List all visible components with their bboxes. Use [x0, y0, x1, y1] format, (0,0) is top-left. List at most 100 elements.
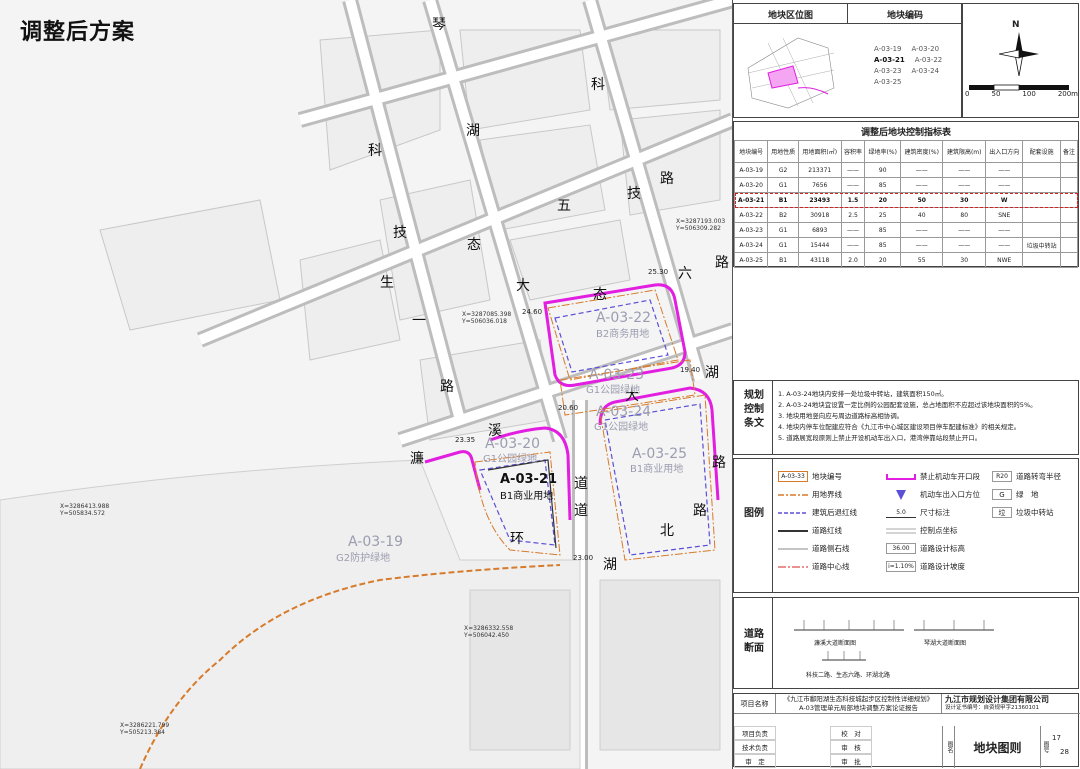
legend-title: 图例 — [744, 508, 764, 519]
project-name-label: 项目名称 — [734, 694, 776, 714]
company-block: 九江市规划设计集团有限公司 设计证书编号：自资规甲字21360101 — [942, 694, 1080, 714]
drawing-no-label: 图号 — [1040, 726, 1050, 768]
road-label-char: 道 — [574, 476, 588, 492]
road-section-caption: 琴湖大道断面图 — [924, 640, 967, 647]
legend-item: 建筑后退红线 — [778, 508, 857, 517]
road-label-char: 技 — [627, 186, 641, 202]
table-header: 备注 — [1059, 140, 1079, 163]
rule-item: 2. A-03-24地块宜设置一定比例的公园配套设施，总占地面积不应超过该地块面… — [778, 401, 1037, 409]
road-section-diagram — [794, 620, 904, 631]
parcel-use: G2防护绿地 — [336, 553, 391, 564]
road-label-char: 湖 — [705, 365, 719, 381]
table-row: A-03-24 G1 15444 —— 85 —— —— —— 垃圾中转站 — [733, 237, 1079, 253]
rules-list: 1. A-03-24地块内安排一处垃圾中转站，建筑面积150㎡。 2. A-03… — [778, 389, 1076, 444]
location-map-thumbnail — [738, 28, 844, 116]
table-row: A-03-19 G2 213371 —— 90 —— —— —— — [733, 162, 1079, 178]
legend-item: i=1.10% 道路设计坡度 — [886, 561, 965, 572]
road-section-panel: 道路断面 濂溪大道断面图 琴湖大道断面图 科技二路、生态六路、环湖北路 — [733, 597, 1079, 689]
elevation-label: 23.35 — [455, 436, 476, 444]
road-label-char: 科 — [368, 143, 382, 159]
elevation-label: 25.30 — [648, 268, 669, 276]
table-row: A-03-23 G1 6893 —— 85 —— —— —— — [733, 222, 1079, 238]
elevation-label: 24.60 — [522, 308, 543, 316]
parcel-code: A-03-22 — [596, 310, 652, 326]
road-label-char: 路 — [693, 503, 707, 519]
road-label-char: 湖 — [603, 557, 617, 573]
control-index-table: 地块编号 用地性质 用地面积(㎡) 容积率 绿地率(%) 建筑密度(%) 建筑限… — [733, 140, 1079, 268]
north-arrow-icon — [999, 32, 1039, 76]
table-row-highlighted: A-03-21 B1 23493 1.5 20 50 30 W — [733, 192, 1079, 208]
table-header: 用地性质 — [767, 140, 799, 163]
table-row: A-03-22 B2 30918 2.5 25 40 80 SNE — [733, 207, 1079, 223]
legend-item: 用地界线 — [778, 490, 842, 499]
title-block: 项目名称 《九江市鄱阳湖生态科技城起步区控制性详细规划》 A-03管理单元局部地… — [733, 693, 1080, 768]
control-index-table-section: 调整后地块控制指标表 地块编号 用地性质 用地面积(㎡) 容积率 绿地率(%) … — [733, 121, 1079, 268]
location-section: 地块区位图 地块编码 A-03-19 A-03-20 A-03-21 A-03-22… — [733, 3, 962, 118]
main-parcel-code: A-03-21 — [500, 472, 558, 487]
control-point-coord: X=3286332.558 Y=506042.450 — [464, 625, 514, 639]
control-point-coord: X=3287193.003 Y=506309.282 — [676, 218, 726, 232]
page-title: 调整后方案 — [20, 20, 136, 45]
legend-item: 机动车出入口方位 — [886, 489, 980, 500]
rule-item: 1. A-03-24地块内安排一处垃圾中转站，建筑面积150㎡。 — [778, 390, 948, 398]
north-scale-section: N 0 50 100 200m — [962, 3, 1079, 118]
parcel-use: B2商务用地 — [596, 329, 650, 340]
table-header: 建筑限高(m) — [942, 140, 987, 163]
road-section-caption: 濂溪大道断面图 — [814, 640, 857, 647]
legend-section: 图例 A-03-33 地块编号 用地界线 建筑后退红线 道路红线 道路侧石线 道路… — [733, 458, 1079, 593]
legend-item: 控制点坐标 — [886, 526, 958, 535]
legend-item: 道路红线 — [778, 526, 842, 535]
legend-item: 5.0 尺寸标注 — [886, 507, 950, 518]
control-point-coord: X=3287085.398 Y=506036.018 — [462, 311, 512, 325]
elevation-label: 23.00 — [573, 554, 594, 562]
garbage-station-icon: 垃 — [992, 507, 1012, 518]
road-label-char: 北 — [660, 523, 674, 539]
drawing-number: 17 — [1052, 734, 1061, 742]
road-label-char: 濂 — [410, 451, 424, 467]
table-header: 出入口方向 — [985, 140, 1024, 163]
road-label-char: 一 — [412, 313, 426, 329]
info-panel: 地块区位图 地块编码 A-03-19 A-03-20 A-03-21 A-03-22… — [733, 0, 1080, 769]
elevation-label: 19.40 — [680, 366, 701, 374]
road-section-diagram — [822, 651, 866, 661]
road-label-char: 技 — [393, 225, 407, 241]
legend-item: 道路中心线 — [778, 562, 850, 571]
control-point-coord: X=3286413.988 Y=505834.572 — [60, 503, 110, 517]
table-header: 用地面积(㎡) — [797, 140, 842, 163]
drawing-label: 图名 — [942, 726, 954, 768]
parcel-code-list: A-03-19 A-03-20 A-03-21 A-03-22 A-03-23 A-0… — [874, 45, 943, 86]
table-header: 地块编号 — [733, 140, 769, 163]
road-label-char: 科 — [591, 77, 605, 93]
legend-item: A-03-33 地块编号 — [778, 471, 842, 482]
road-label-char: 六 — [678, 266, 692, 282]
legend-item: 禁止机动车开口段 — [886, 471, 980, 482]
road-label-char: 生 — [380, 275, 394, 291]
north-label: N — [1012, 20, 1020, 30]
road-label-char: 湖 — [466, 123, 480, 139]
road-label-char: 道 — [574, 503, 588, 519]
drawing-total: 28 — [1060, 748, 1069, 756]
rule-item: 4. 地块内停车位配建应符合《九江市中心城区建设项目停车配建标准》的相关规定。 — [778, 423, 1021, 431]
map-area: 调整后方案 琴 科 湖 路 科 技 生 一 路 五 技 态 大 态 六 路 湖 … — [0, 0, 733, 769]
road-label-char: 路 — [712, 455, 726, 471]
parcel-code-title: 地块编码 — [848, 4, 962, 24]
table-header: 容积率 — [840, 140, 866, 163]
table-title: 调整后地块控制指标表 — [860, 128, 951, 138]
scale-labels: 0 50 100 200m — [965, 90, 1078, 98]
signoff-grid: 项目负责 技术负责 审 定 校 对 审 核 审 批 — [734, 726, 942, 768]
road-label-char: 路 — [715, 255, 729, 271]
parcel-use: G1公园绿地 — [483, 454, 538, 465]
entrance-arrow-icon — [886, 489, 916, 500]
rule-item: 5. 道路展宽段原则上禁止开设机动车出入口，港湾停靠站段禁止开口。 — [778, 434, 982, 442]
road-label-char: 路 — [440, 379, 454, 395]
control-point-coord: X=3286221.799 Y=505213.384 — [120, 722, 170, 736]
table-header: 绿地率(%) — [864, 140, 902, 163]
road-label-char: 路 — [660, 171, 674, 187]
parcel-use: G1公园绿地 — [594, 422, 649, 433]
rules-title: 规划控制条文 — [744, 390, 764, 429]
road-label-char: 大 — [516, 278, 530, 294]
parcel-code: A-03-19 — [348, 534, 404, 550]
elevation-label: 20.60 — [558, 404, 579, 412]
road-section-diagram — [914, 620, 994, 631]
table-row: A-03-25 B1 43118 2.0 20 55 30 NWE — [733, 252, 1079, 268]
